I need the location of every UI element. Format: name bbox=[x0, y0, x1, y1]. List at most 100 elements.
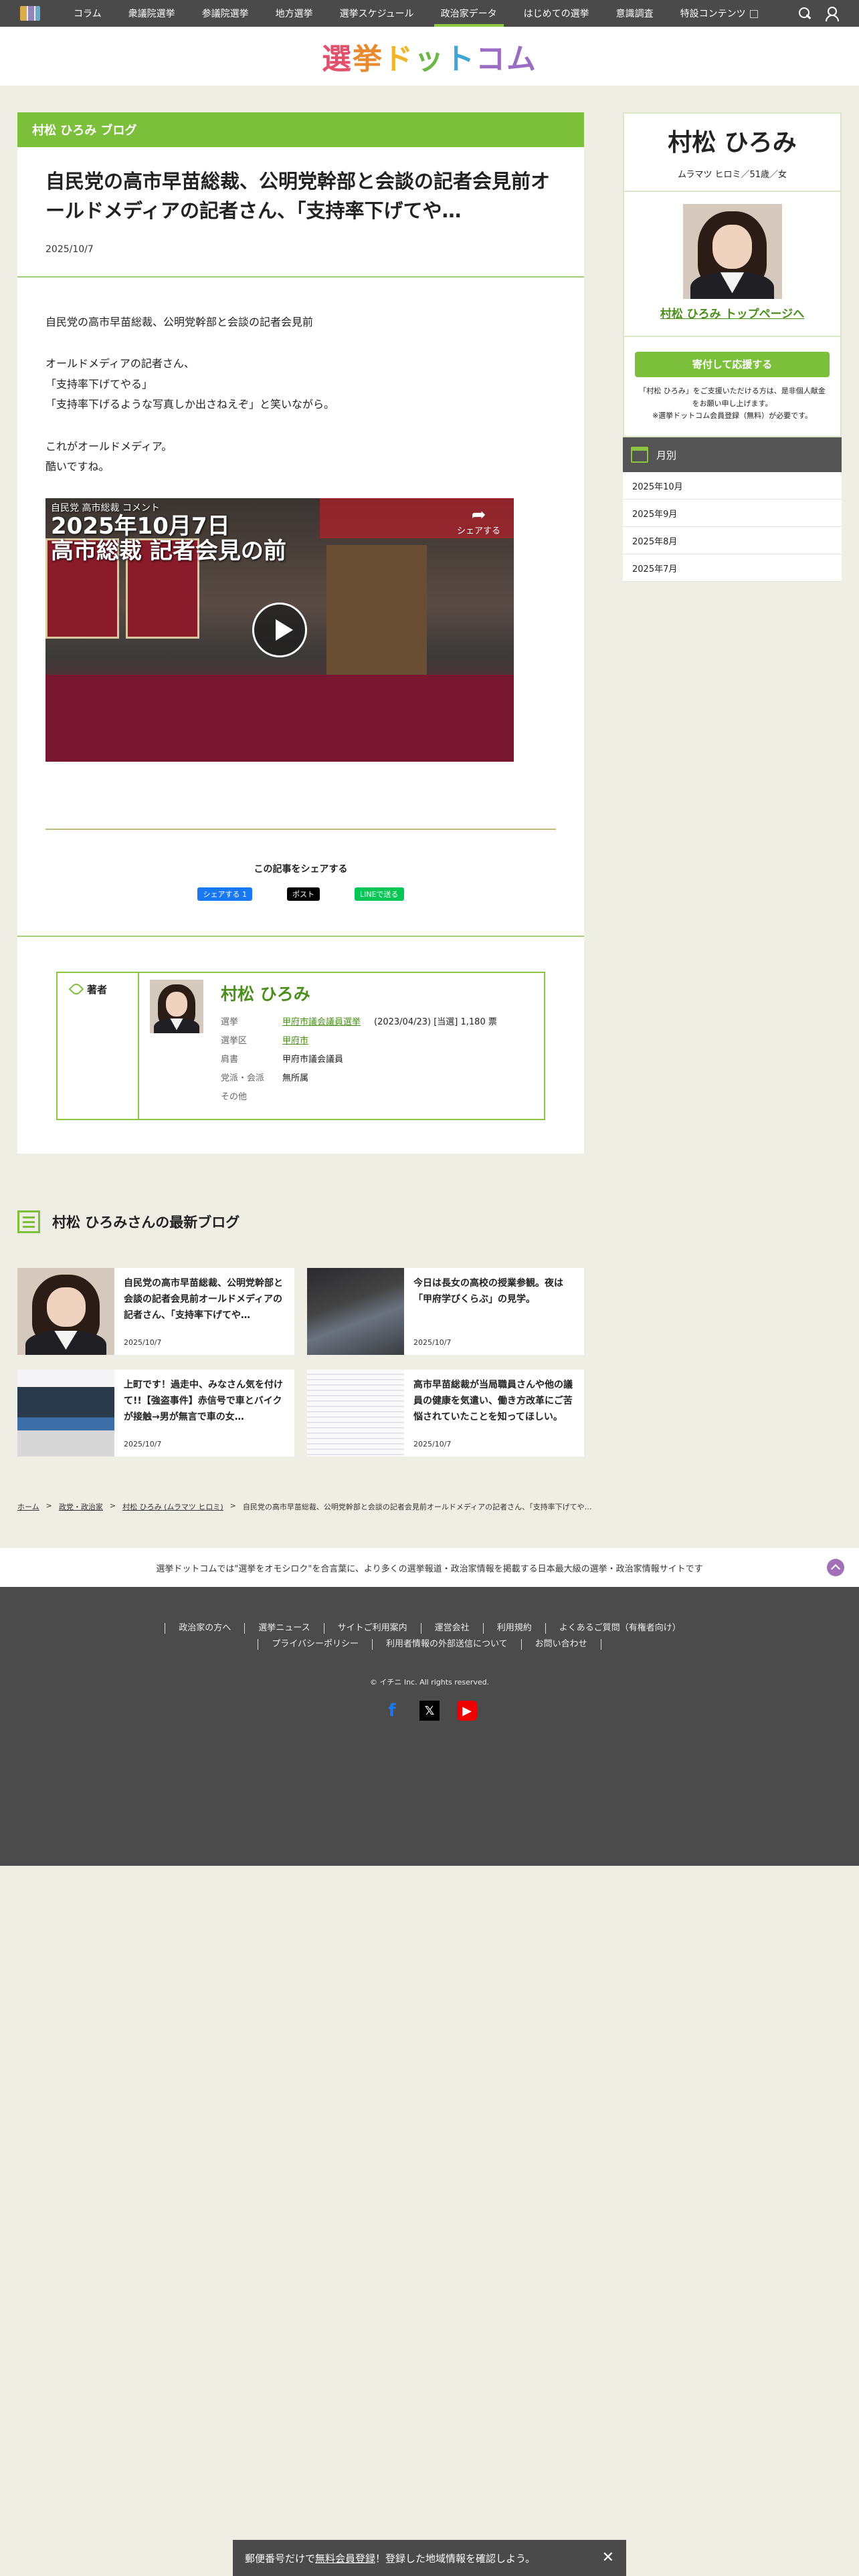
breadcrumb-separator: > bbox=[45, 1501, 52, 1510]
author-row-party: 党派・会派 無所属 bbox=[221, 1069, 544, 1088]
article-body: 自民党の高市早苗総裁、公明党幹部と会談の記者会見前 オールドメディアの記者さん、… bbox=[17, 278, 584, 762]
line-share-button[interactable]: LINEで送る bbox=[354, 887, 404, 901]
blog-card-title: 高市早苗総裁が当局職員さんや他の議員の健康を気遣い、働き方改革にご苦悩されていた… bbox=[413, 1380, 573, 1422]
breadcrumb-separator: > bbox=[109, 1501, 116, 1510]
profile-card: 村松 ひろみ ムラマツ ヒロミ／51歳／女 村松 ひろみ トップページへ 寄付し… bbox=[623, 112, 842, 438]
share-section: この記事をシェアする シェアする 1 ポスト LINEで送る bbox=[17, 830, 584, 938]
footer-link[interactable]: 利用者情報の外部送信について bbox=[372, 1639, 521, 1650]
nav-item-first-election[interactable]: はじめての選挙 bbox=[510, 0, 603, 27]
row-key: 肩書 bbox=[221, 1055, 239, 1065]
row-key: 選挙 bbox=[221, 1017, 239, 1028]
article-date: 2025/10/7 bbox=[17, 225, 584, 278]
donate-button[interactable]: 寄付して応援する bbox=[635, 352, 830, 377]
footer-link[interactable]: よくあるご質問（有権者向け） bbox=[545, 1623, 694, 1634]
nav-item-schedule[interactable]: 選挙スケジュール bbox=[326, 0, 427, 27]
breadcrumb-politicians[interactable]: 政党・政治家 bbox=[59, 1501, 103, 1512]
video-title-line1: 2025年10月7日 bbox=[51, 512, 230, 540]
blog-card-date: 2025/10/7 bbox=[413, 1440, 452, 1448]
nav-item-local-election[interactable]: 地方選挙 bbox=[262, 0, 326, 27]
play-icon[interactable] bbox=[252, 603, 307, 658]
pen-icon bbox=[68, 982, 84, 997]
x-icon[interactable]: 𝕏 bbox=[419, 1701, 440, 1721]
nav-item-survey[interactable]: 意識調査 bbox=[603, 0, 667, 27]
article-paragraph: これがオールドメディア。 酷いですね。 bbox=[45, 439, 173, 473]
top-nav: コラム 衆議院選挙 参議院選挙 地方選挙 選挙スケジュール 政治家データ はじめ… bbox=[0, 0, 859, 27]
author-label: 著者 bbox=[58, 973, 139, 1119]
nav-item-column[interactable]: コラム bbox=[60, 0, 115, 27]
blog-card[interactable]: 自民党の高市早苗総裁、公明党幹部と会談の記者会見前オールドメディアの記者さん、「… bbox=[17, 1268, 294, 1355]
month-link[interactable]: 2025年7月 bbox=[623, 554, 842, 582]
user-icon[interactable] bbox=[826, 7, 839, 21]
footer-link[interactable]: 運営会社 bbox=[420, 1623, 483, 1634]
back-to-top-icon[interactable] bbox=[827, 1559, 844, 1576]
latest-blog-list: 自民党の高市早苗総裁、公明党幹部と会談の記者会見前オールドメディアの記者さん、「… bbox=[17, 1268, 584, 1457]
blog-card-thumbnail bbox=[17, 1370, 114, 1457]
row-key: その他 bbox=[221, 1092, 248, 1103]
nav-item-politician-data[interactable]: 政治家データ bbox=[427, 0, 510, 27]
blog-card[interactable]: 上町です！過走中、みなさん気を付けて!!【強盗事件】赤信号で車とバイクが接触→男… bbox=[17, 1370, 294, 1457]
youtube-icon[interactable]: ▶ bbox=[457, 1701, 477, 1721]
video-scene-door bbox=[326, 545, 427, 679]
author-row-election: 選挙 甲府市議会議員選挙 (2023/04/23) [当選] 1,180 票 bbox=[221, 1013, 544, 1032]
close-icon[interactable]: ✕ bbox=[602, 2549, 614, 2566]
share-arrow-icon: ➦ bbox=[471, 505, 486, 526]
footer-link[interactable]: 利用規約 bbox=[482, 1623, 545, 1634]
author-info: 村松 ひろみ 選挙 甲府市議会議員選挙 (2023/04/23) [当選] 1,18… bbox=[203, 973, 544, 1119]
notice-text-before: 郵便番号だけで bbox=[245, 2552, 316, 2565]
site-tagline: 選挙ドットコムでは"選挙をオモシロク"を合言葉に、より多くの選挙報道・政治家情報… bbox=[156, 1564, 703, 1574]
video-share-button[interactable]: ➦ シェアする bbox=[457, 506, 500, 540]
footer-link[interactable]: 政治家の方へ bbox=[165, 1623, 244, 1634]
footer-link[interactable]: サイトご利用案内 bbox=[323, 1623, 421, 1634]
embedded-video[interactable]: 自民党 高市総裁 コメント 2025年10月7日 高市総裁 記者会見の前 ➦ シ… bbox=[45, 498, 514, 762]
footer-link[interactable]: プライバシーポリシー bbox=[258, 1639, 372, 1650]
share-label: この記事をシェアする bbox=[254, 864, 348, 875]
breadcrumb-current: 自民党の高市早苗総裁、公明党幹部と会談の記者会見前オールドメディアの記者さん、「… bbox=[242, 1503, 592, 1511]
breadcrumb-author[interactable]: 村松 ひろみ (ムラマツ ヒロミ) bbox=[122, 1501, 223, 1512]
blog-card-date: 2025/10/7 bbox=[124, 1338, 162, 1347]
notice-text-after: ！登録した地域情報を確認しよう。 bbox=[375, 2552, 536, 2565]
nav-item-councillors-election[interactable]: 参議院選挙 bbox=[189, 0, 262, 27]
logo-char: ド bbox=[383, 42, 414, 76]
footer-link[interactable]: 選挙ニュース bbox=[244, 1623, 323, 1634]
district-link[interactable]: 甲府市 bbox=[282, 1036, 308, 1046]
latest-blogs-heading: 村松 ひろみさんの最新ブログ bbox=[17, 1210, 240, 1233]
author-row-other: その他 bbox=[221, 1088, 544, 1107]
row-value: 甲府市議会議員 bbox=[282, 1055, 344, 1065]
facebook-icon[interactable]: f bbox=[382, 1701, 402, 1721]
latest-blogs-title: 村松 ひろみさんの最新ブログ bbox=[52, 1214, 240, 1230]
site-mini-logo[interactable] bbox=[20, 6, 40, 21]
author-section: 著者 村松 ひろみ 選挙 甲府市議会議員選挙 (2023/04/23) [当選] 1… bbox=[17, 937, 584, 1154]
nav-item-special[interactable]: 特設コンテンツ bbox=[667, 0, 771, 27]
month-link[interactable]: 2025年8月 bbox=[623, 527, 842, 555]
footer-link[interactable]: お問い合わせ bbox=[520, 1639, 601, 1650]
site-logo[interactable]: 選挙ドットコム bbox=[322, 35, 537, 78]
facebook-share-button[interactable]: シェアする 1 bbox=[197, 887, 252, 901]
month-link[interactable]: 2025年10月 bbox=[623, 472, 842, 500]
profile-meta: ムラマツ ヒロミ／51歳／女 bbox=[624, 158, 840, 192]
article-paragraph: 自民党の高市早苗総裁、公明党幹部と会談の記者会見前 bbox=[45, 316, 314, 328]
search-icon[interactable] bbox=[799, 7, 811, 19]
calendar-icon bbox=[631, 447, 648, 463]
profile-photo[interactable] bbox=[682, 204, 782, 299]
article-title: 自民党の高市早苗総裁、公明党幹部と会談の記者会見前オールドメディアの記者さん、「… bbox=[45, 170, 551, 222]
blog-card[interactable]: 高市早苗総裁が当局職員さんや他の議員の健康を気遣い、働き方改革にご苦悩されていた… bbox=[307, 1370, 584, 1457]
document-icon bbox=[17, 1210, 40, 1233]
main-column: 村松 ひろみ ブログ 自民党の高市早苗総裁、公明党幹部と会談の記者会見前オールド… bbox=[17, 112, 584, 1154]
election-link[interactable]: 甲府市議会議員選挙 bbox=[282, 1017, 361, 1027]
row-key: 党派・会派 bbox=[221, 1073, 265, 1084]
author-name-link[interactable]: 村松 ひろみ bbox=[221, 981, 544, 1005]
nav-item-house-election[interactable]: 衆議院選挙 bbox=[115, 0, 189, 27]
nav-item-special-label: 特設コンテンツ bbox=[680, 9, 746, 19]
article-card: 村松 ひろみ ブログ 自民党の高市早苗総裁、公明党幹部と会談の記者会見前オールド… bbox=[17, 112, 584, 1154]
video-title-line2: 高市総裁 記者会見の前 bbox=[51, 538, 286, 565]
donate-note: 「村松 ひろみ」をご支援いただける方は、是非個人献金をお願い申し上げます。 ※選… bbox=[639, 387, 826, 421]
breadcrumb-home[interactable]: ホーム bbox=[17, 1501, 39, 1512]
author-photo[interactable] bbox=[150, 980, 203, 1034]
notice-signup-link[interactable]: 無料会員登録 bbox=[315, 2551, 375, 2565]
month-link[interactable]: 2025年9月 bbox=[623, 500, 842, 528]
blog-card[interactable]: 今日は長女の高校の授業参観。夜は「甲府学びくらぶ」の見学。 2025/10/7 bbox=[307, 1268, 584, 1355]
profile-top-link[interactable]: 村松 ひろみ トップページへ bbox=[624, 304, 840, 337]
video-share-label: シェアする bbox=[456, 526, 500, 537]
x-post-button[interactable]: ポスト bbox=[286, 887, 320, 901]
blog-card-thumbnail bbox=[307, 1268, 404, 1355]
